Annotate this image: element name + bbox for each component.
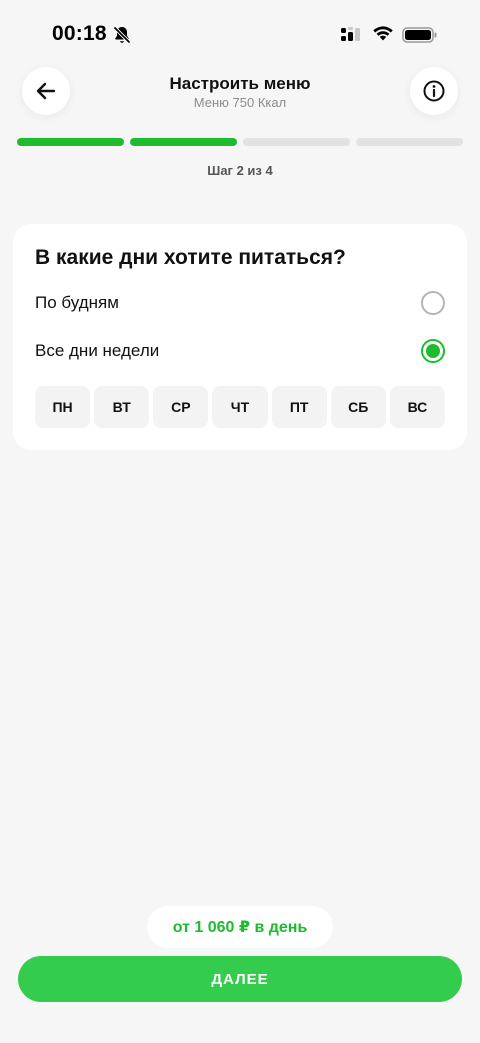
days-question-title: В какие дни хотите питаться?	[35, 246, 346, 269]
battery-icon	[402, 27, 437, 43]
info-button[interactable]	[410, 67, 458, 115]
price-badge: от 1 060 ₽ в день	[147, 906, 333, 948]
radio-weekdays[interactable]	[421, 291, 445, 315]
day-chip-wed[interactable]: СР	[153, 386, 209, 428]
day-chip-sun[interactable]: ВС	[389, 386, 445, 428]
signal-icon	[341, 27, 360, 41]
bell-muted-icon	[113, 26, 131, 44]
next-button[interactable]: ДАЛЕЕ	[18, 956, 462, 1002]
progress-segment	[243, 138, 350, 146]
option-weekdays[interactable]: По будням	[35, 288, 445, 318]
option-weekdays-label: По будням	[35, 293, 119, 312]
info-icon	[423, 80, 445, 102]
step-progress-bar	[17, 138, 463, 146]
status-bar: 00:18	[0, 0, 480, 70]
page-subtitle: Меню 750 Ккал	[193, 95, 287, 110]
weekday-selector: ПН ВТ СР ЧТ ПТ СБ ВС	[35, 386, 445, 428]
day-chip-sat[interactable]: СБ	[330, 386, 386, 428]
status-time: 00:18	[52, 22, 107, 45]
option-all-days-label: Все дни недели	[35, 341, 160, 360]
wifi-icon	[373, 26, 393, 41]
radio-all-days[interactable]	[421, 339, 445, 363]
progress-segment	[17, 138, 124, 146]
day-chip-fri[interactable]: ПТ	[271, 386, 327, 428]
days-card: В какие дни хотите питаться? По будням В…	[13, 224, 467, 450]
progress-segment	[130, 138, 237, 146]
day-chip-tue[interactable]: ВТ	[94, 386, 150, 428]
page-title: Настроить меню	[169, 74, 311, 93]
progress-segment	[356, 138, 463, 146]
day-chip-mon[interactable]: ПН	[35, 386, 91, 428]
option-all-days[interactable]: Все дни недели	[35, 336, 445, 366]
day-chip-thu[interactable]: ЧТ	[212, 386, 268, 428]
step-label: Шаг 2 из 4	[207, 163, 273, 178]
